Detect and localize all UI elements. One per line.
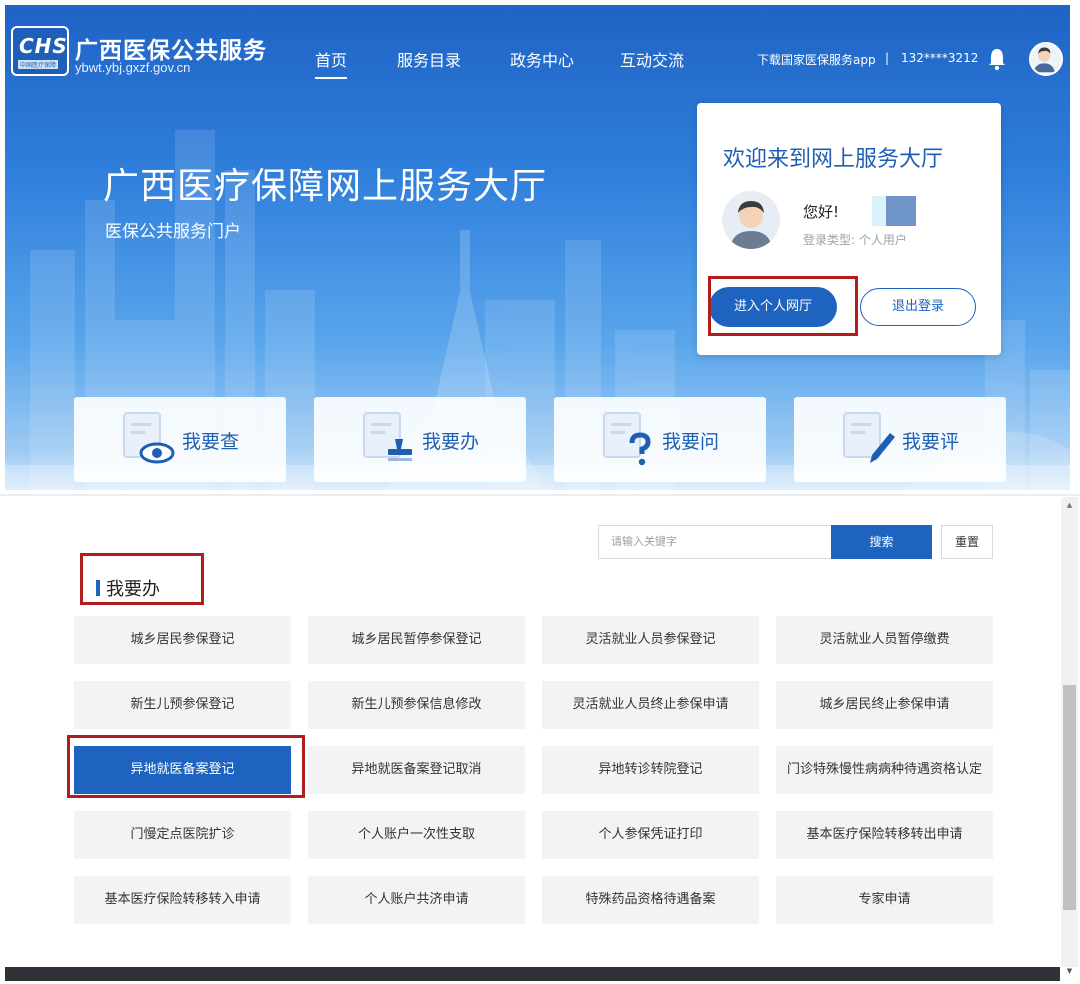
service-item[interactable]: 特殊药品资格待遇备案 [542, 876, 759, 924]
nav-service-catalog[interactable]: 服务目录 [397, 47, 461, 71]
greeting-text: 您好! [803, 203, 840, 221]
brand-url: ybwt.ybj.gxzf.gov.cn [75, 60, 191, 75]
service-item[interactable]: 灵活就业人员参保登记 [542, 616, 759, 664]
nav-government-center[interactable]: 政务中心 [510, 47, 574, 71]
scroll-up-arrow-icon[interactable]: ▲ [1061, 497, 1078, 513]
service-item[interactable]: 门诊特殊慢性病病种待遇资格认定 [776, 746, 993, 794]
service-item[interactable]: 灵活就业人员暂停缴费 [776, 616, 993, 664]
header-divider: | [885, 51, 890, 65]
service-item[interactable]: 城乡居民终止参保申请 [776, 681, 993, 729]
quick-action-label: 我要办 [422, 431, 480, 453]
user-phone[interactable]: 132****3212 [901, 51, 978, 65]
quick-action-handle[interactable]: 我要办 [314, 397, 526, 482]
service-item[interactable]: 新生儿预参保信息修改 [308, 681, 525, 729]
stamp-doc-icon [363, 412, 412, 461]
bell-icon[interactable] [987, 47, 1007, 71]
login-type: 登录类型: 个人用户 [803, 233, 907, 247]
section-divider [0, 494, 1080, 496]
eye-doc-icon [123, 412, 175, 464]
quick-action-ask[interactable]: 我要问 [554, 397, 766, 482]
search-input[interactable]: 请输入关键字 [598, 525, 832, 559]
quick-action-label: 我要查 [182, 431, 240, 453]
service-item[interactable]: 新生儿预参保登记 [74, 681, 291, 729]
welcome-title: 欢迎来到网上服务大厅 [723, 147, 944, 172]
masked-username [872, 196, 916, 226]
user-avatar-icon[interactable] [1029, 42, 1063, 76]
scrollbar-thumb[interactable] [1063, 685, 1076, 910]
service-item[interactable]: 基本医疗保险转移转入申请 [74, 876, 291, 924]
download-app-link[interactable]: 下载国家医保服务app [757, 51, 876, 68]
service-item[interactable]: 基本医疗保险转移转出申请 [776, 811, 993, 859]
quick-action-label: 我要评 [902, 431, 960, 453]
user-avatar-icon [722, 191, 780, 249]
logo-subtext: 中国医疗保障 [18, 60, 59, 69]
service-item[interactable]: 专家申请 [776, 876, 993, 924]
hero-subtitle: 医保公共服务门户 [105, 222, 241, 242]
footer-bar [5, 967, 1060, 981]
quick-action-label: 我要问 [662, 431, 720, 453]
search-button[interactable]: 搜索 [831, 525, 932, 559]
service-item[interactable]: 异地转诊转院登记 [542, 746, 759, 794]
logo-text: CHS [19, 34, 68, 58]
logout-button[interactable]: 退出登录 [860, 288, 976, 326]
service-item[interactable]: 异地就医备案登记取消 [308, 746, 525, 794]
quick-action-evaluate[interactable]: 我要评 [794, 397, 1006, 482]
quick-action-query[interactable]: 我要查 [74, 397, 286, 482]
service-item[interactable]: 个人账户共济申请 [308, 876, 525, 924]
chs-logo[interactable]: CHS 中国医疗保障 [11, 26, 69, 76]
hero-title: 广西医疗保障网上服务大厅 [103, 166, 548, 207]
nav-home[interactable]: 首页 [315, 47, 348, 79]
highlight-box-section [80, 553, 204, 605]
service-item[interactable]: 城乡居民参保登记 [74, 616, 291, 664]
nav-interaction[interactable]: 互动交流 [620, 47, 684, 71]
service-item[interactable]: 门慢定点医院扩诊 [74, 811, 291, 859]
service-item[interactable]: 个人参保凭证打印 [542, 811, 759, 859]
top-header: CHS 中国医疗保障 广西医保公共服务 ybwt.ybj.gxzf.gov.cn… [5, 5, 1070, 85]
reset-button[interactable]: 重置 [941, 525, 993, 559]
highlight-box-service [67, 735, 305, 798]
pen-doc-icon [843, 412, 895, 463]
service-item[interactable]: 灵活就业人员终止参保申请 [542, 681, 759, 729]
highlight-box-enter [708, 276, 858, 336]
service-item[interactable]: 城乡居民暂停参保登记 [308, 616, 525, 664]
scroll-down-arrow-icon[interactable]: ▼ [1061, 966, 1078, 976]
question-doc-icon [603, 412, 651, 466]
service-item[interactable]: 个人账户一次性支取 [308, 811, 525, 859]
